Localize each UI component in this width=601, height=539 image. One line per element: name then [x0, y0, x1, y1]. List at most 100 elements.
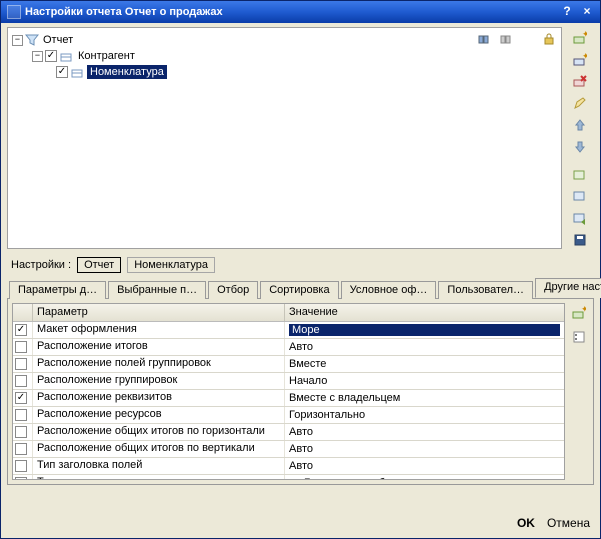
- checkbox[interactable]: [15, 426, 27, 438]
- value-selected: Море: [289, 324, 560, 336]
- checkbox[interactable]: [15, 477, 27, 479]
- row-checkbox[interactable]: [13, 373, 33, 389]
- value-text: Горизонтально: [289, 409, 365, 421]
- svg-text:✦: ✦: [582, 31, 587, 39]
- row-param: Расположение группировок: [33, 373, 285, 389]
- upper-pane: − Отчет − ✓ Контрагент ✓ Номенклатура ✦: [7, 27, 594, 249]
- lock-icon[interactable]: [539, 29, 559, 49]
- row-value[interactable]: Вместе с владельцем: [285, 390, 564, 406]
- tree-tool-2-icon[interactable]: [497, 29, 517, 49]
- checkbox[interactable]: ✓: [45, 50, 57, 62]
- tab-selected-fields[interactable]: Выбранные п…: [108, 281, 206, 299]
- row-value[interactable]: Гистограмма объемная: [285, 475, 564, 479]
- row-checkbox[interactable]: [13, 458, 33, 474]
- row-value[interactable]: Авто: [285, 339, 564, 355]
- tab-conditional[interactable]: Условное оф…: [341, 281, 437, 299]
- cancel-button[interactable]: Отмена: [547, 516, 590, 530]
- checkbox[interactable]: [15, 341, 27, 353]
- tool-a-icon[interactable]: [570, 166, 590, 184]
- col-check[interactable]: [13, 304, 33, 321]
- checkbox[interactable]: ✓: [56, 66, 68, 78]
- value-text: Авто: [289, 460, 313, 472]
- row-checkbox[interactable]: [13, 441, 33, 457]
- close-button[interactable]: ×: [578, 4, 596, 20]
- grid-props-icon[interactable]: [569, 327, 589, 347]
- row-checkbox[interactable]: ✓: [13, 390, 33, 406]
- chart-icon: [289, 478, 301, 480]
- value-text: Гистограмма объемная: [304, 477, 423, 479]
- row-checkbox[interactable]: ✓: [13, 322, 33, 338]
- minitab-report[interactable]: Отчет: [77, 257, 121, 273]
- params-grid[interactable]: Параметр Значение ✓ Макет оформления Море Р…: [12, 303, 565, 480]
- row-value[interactable]: Начало: [285, 373, 564, 389]
- tree-item-nomenclature[interactable]: ✓ Номенклатура: [10, 64, 559, 80]
- row-value[interactable]: Вместе: [285, 356, 564, 372]
- tab-user[interactable]: Пользовател…: [438, 281, 533, 299]
- edit-icon[interactable]: [570, 94, 590, 112]
- row-param: Расположение полей группировок: [33, 356, 285, 372]
- row-checkbox[interactable]: [13, 424, 33, 440]
- table-row[interactable]: ✓Расположение реквизитовВместе с владель…: [13, 390, 564, 407]
- tab-filter[interactable]: Отбор: [208, 281, 258, 299]
- tool-b-icon[interactable]: [570, 188, 590, 206]
- checkbox[interactable]: [15, 443, 27, 455]
- row-checkbox[interactable]: [13, 475, 33, 479]
- ok-button[interactable]: OK: [517, 516, 535, 530]
- table-row[interactable]: Расположение полей группировок Вместе: [13, 356, 564, 373]
- table-row[interactable]: Тип диаграммыГистограмма объемная: [13, 475, 564, 479]
- value-text: Вместе с владельцем: [289, 392, 400, 404]
- row-checkbox[interactable]: [13, 339, 33, 355]
- col-value-header[interactable]: Значение: [285, 304, 564, 321]
- checkbox[interactable]: [15, 358, 27, 370]
- collapse-icon[interactable]: −: [12, 35, 23, 46]
- help-button[interactable]: ?: [558, 4, 576, 20]
- table-row[interactable]: Расположение группировок Начало: [13, 373, 564, 390]
- row-param: Расположение итогов: [33, 339, 285, 355]
- checkbox[interactable]: [15, 409, 27, 421]
- move-down-icon[interactable]: [570, 138, 590, 156]
- tree-tool-1-icon[interactable]: [475, 29, 495, 49]
- tab-sort[interactable]: Сортировка: [260, 281, 338, 299]
- tool-c-icon[interactable]: [570, 209, 590, 227]
- row-checkbox[interactable]: [13, 356, 33, 372]
- col-param-header[interactable]: Параметр: [33, 304, 285, 321]
- tree-label: Отчет: [41, 34, 75, 46]
- tab-other-settings[interactable]: Другие настр…: [535, 278, 601, 298]
- table-row[interactable]: Расположение общих итогов по вертикалиАв…: [13, 441, 564, 458]
- delete-icon[interactable]: [570, 73, 590, 91]
- checkbox[interactable]: ✓: [15, 324, 27, 336]
- grid-add-icon[interactable]: ✦: [569, 303, 589, 323]
- checkbox[interactable]: ✓: [15, 392, 27, 404]
- table-row[interactable]: ✓ Макет оформления Море: [13, 322, 564, 339]
- row-value[interactable]: Горизонтально: [285, 407, 564, 423]
- row-value[interactable]: Авто: [285, 441, 564, 457]
- footer: OK Отмена: [1, 508, 600, 538]
- table-row[interactable]: Расположение итогов Авто: [13, 339, 564, 356]
- row-param: Макет оформления: [33, 322, 285, 338]
- move-up-icon[interactable]: [570, 116, 590, 134]
- save-icon[interactable]: [570, 231, 590, 249]
- tree-item-counterparty[interactable]: − ✓ Контрагент: [10, 48, 559, 64]
- checkbox[interactable]: [15, 375, 27, 387]
- minitab-nomenclature[interactable]: Номенклатура: [127, 257, 215, 273]
- value-text: Начало: [289, 375, 327, 387]
- add2-icon[interactable]: ✦: [570, 51, 590, 69]
- collapse-icon[interactable]: −: [32, 51, 43, 62]
- add-icon[interactable]: ✦: [570, 29, 590, 47]
- value-text: Вместе: [289, 358, 326, 370]
- row-value[interactable]: Авто: [285, 458, 564, 474]
- grid-side-tools: ✦: [565, 303, 589, 480]
- funnel-icon: [25, 33, 39, 47]
- grid-body[interactable]: ✓ Макет оформления Море Расположение итогов…: [13, 322, 564, 479]
- table-row[interactable]: Расположение ресурсовГоризонтально: [13, 407, 564, 424]
- tab-params[interactable]: Параметры д…: [9, 281, 106, 299]
- structure-tree[interactable]: − Отчет − ✓ Контрагент ✓ Номенклатура: [7, 27, 562, 249]
- row-checkbox[interactable]: [13, 407, 33, 423]
- content: − Отчет − ✓ Контрагент ✓ Номенклатура ✦: [1, 23, 600, 508]
- value-text: Авто: [289, 341, 313, 353]
- table-row[interactable]: Расположение общих итогов по горизонтали…: [13, 424, 564, 441]
- table-row[interactable]: Тип заголовка полейАвто: [13, 458, 564, 475]
- checkbox[interactable]: [15, 460, 27, 472]
- row-value[interactable]: Море: [285, 322, 564, 338]
- row-value[interactable]: Авто: [285, 424, 564, 440]
